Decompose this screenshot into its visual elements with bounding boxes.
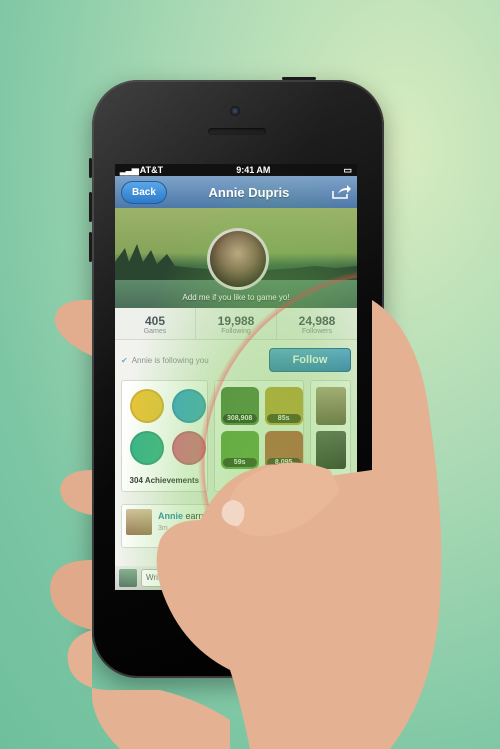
avatar (126, 509, 152, 535)
battery-icon: ▭ (343, 164, 352, 175)
volume-up-button (89, 192, 92, 222)
signal-icon: ▂▃▅ (120, 164, 139, 175)
stat-value: 24,988 (298, 314, 336, 328)
game-score: 59s (222, 458, 257, 467)
game-score: 308,908 (222, 414, 257, 423)
profile-cards: 304 Achievements 308,908 85s 59s 8,095 4… (115, 380, 357, 492)
status-time: 9:41 AM (236, 165, 271, 175)
follow-row: ✔ Annie is following you Follow (115, 340, 357, 380)
feed-meta: 3m · San Fra (158, 525, 199, 532)
lightning-badge-icon (172, 389, 206, 423)
feed-action: earn (185, 511, 204, 521)
follow-status-text: Annie is following you (131, 355, 209, 365)
app-screen: ▂▃▅ AT&T 9:41 AM ▭ Back Annie Dupris Add … (115, 164, 357, 590)
stat-value: 19,988 (217, 314, 255, 328)
avatar (119, 569, 137, 587)
feed-text: Annie earn (158, 511, 204, 521)
profile-tagline: Add me if you like to game yo! (182, 293, 290, 302)
game-tile[interactable]: 59s (220, 431, 259, 469)
friends-card[interactable] (309, 380, 351, 492)
profile-header: Add me if you like to game yo! (115, 208, 357, 308)
mute-switch (89, 158, 92, 178)
game-score: 8,095 (266, 458, 301, 467)
back-button[interactable]: Back (121, 180, 167, 204)
game-tile[interactable]: 308,908 (220, 387, 259, 425)
feed-item[interactable]: Annie earn 3m · San Fra (121, 504, 351, 548)
checkmark-icon: ✔ (121, 355, 128, 365)
navigation-bar: Back Annie Dupris (115, 176, 357, 208)
status-bar: ▂▃▅ AT&T 9:41 AM ▭ (115, 164, 357, 176)
game-tile[interactable]: 85s (264, 387, 303, 425)
compose-bar: Write on Annie's profile... Post (115, 566, 357, 590)
stat-label: Games (143, 328, 167, 335)
games-card[interactable]: 308,908 85s 59s 8,095 4,856 High (213, 380, 304, 492)
game-score: 85s (266, 414, 301, 423)
gift-badge-icon (172, 431, 206, 465)
trophy-badge-icon (130, 389, 164, 423)
stat-value: 405 (144, 314, 166, 328)
stats-bar: 405 Games 19,988 Following 24,988 Follow… (115, 308, 357, 340)
page-title: Annie Dupris (208, 184, 290, 200)
share-icon[interactable] (331, 184, 351, 200)
stat-games[interactable]: 405 Games (115, 308, 196, 339)
stat-label: Following (221, 328, 251, 335)
compose-input[interactable]: Write on Annie's profile... (141, 569, 305, 587)
power-button (282, 77, 316, 80)
friend-avatar[interactable] (315, 387, 346, 425)
stat-following[interactable]: 19,988 Following (196, 308, 277, 339)
carrier-label: AT&T (139, 164, 164, 175)
achievements-card[interactable]: 304 Achievements (121, 380, 208, 492)
game-tile[interactable]: 8,095 (264, 431, 303, 469)
stat-followers[interactable]: 24,988 Followers (277, 308, 357, 339)
achievements-label: 304 Achievements (129, 476, 200, 485)
feed-author[interactable]: Annie (158, 511, 183, 521)
follow-button[interactable]: Follow (269, 348, 351, 372)
earpiece-speaker (208, 128, 266, 135)
profile-avatar[interactable] (207, 228, 269, 290)
front-camera (230, 106, 240, 116)
post-button[interactable]: Post (309, 569, 353, 587)
medal-badge-icon (130, 431, 164, 465)
friend-avatar[interactable] (315, 431, 346, 469)
games-label: 4,856 High (238, 476, 279, 485)
volume-down-button (89, 232, 92, 262)
follow-status: ✔ Annie is following you (121, 356, 209, 365)
stat-label: Followers (302, 328, 332, 335)
